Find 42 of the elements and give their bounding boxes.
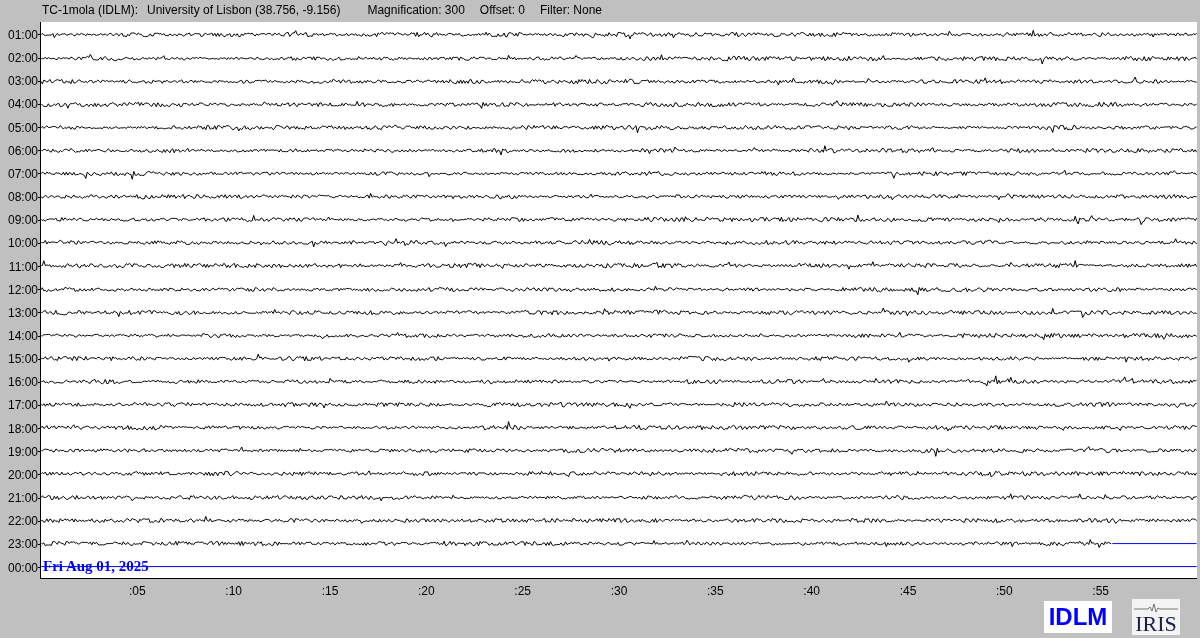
hour-label: 20:00 — [7, 468, 38, 481]
axis-tick-label: :10 — [225, 583, 242, 601]
hour-label: 06:00 — [7, 144, 38, 157]
axis-tick-label: :50 — [996, 583, 1013, 601]
hour-label: 18:00 — [7, 422, 38, 435]
hour-label: 09:00 — [7, 214, 38, 227]
hour-label: 08:00 — [7, 191, 38, 204]
hour-label: 14:00 — [7, 330, 38, 342]
hour-label: 16:00 — [7, 376, 38, 389]
network-logo: IRIS — [1132, 599, 1180, 636]
hour-label: 07:00 — [7, 167, 38, 180]
filter-label: Filter: None — [540, 2, 603, 19]
hour-label: 02:00 — [7, 52, 38, 65]
axis-tick-label: :20 — [418, 583, 435, 601]
hour-label: 12:00 — [7, 283, 38, 296]
hour-label: 17:00 — [7, 399, 38, 412]
hour-label: 11:00 — [8, 260, 38, 273]
axis-tick-label: :40 — [803, 583, 820, 601]
hour-label: 19:00 — [7, 445, 38, 458]
axis-tick-label: :45 — [899, 583, 917, 601]
axis-tick-label: :05 — [129, 583, 146, 601]
axis-tick-label: :30 — [610, 583, 628, 601]
hour-label: 13:00 — [7, 306, 38, 319]
hour-label: 15:00 — [7, 353, 38, 366]
hour-label: 00:00 — [7, 561, 38, 574]
location-label: University of Lisbon (38.756, -9.156) — [147, 2, 341, 19]
station-label: TC-1mola (IDLM): — [42, 2, 138, 19]
offset-label: Offset: 0 — [479, 2, 525, 19]
axis-tick-label: :25 — [514, 583, 531, 601]
hour-label: 22:00 — [7, 515, 38, 528]
hour-label: 05:00 — [7, 121, 38, 134]
axis-tick-label: :15 — [321, 583, 339, 601]
hour-label: 01:00 — [7, 28, 38, 41]
axis-tick-label: :55 — [1092, 583, 1109, 601]
station-logo: IDLM — [1044, 601, 1112, 634]
hour-label: 21:00 — [7, 492, 38, 505]
axis-tick-label: :35 — [707, 583, 724, 601]
magnification-label: Magnification: 300 — [367, 2, 465, 19]
hour-label: 10:00 — [7, 237, 38, 250]
hour-label: 23:00 — [7, 538, 38, 551]
hour-label: 04:00 — [7, 98, 38, 111]
hour-label: 03:00 — [7, 75, 38, 88]
